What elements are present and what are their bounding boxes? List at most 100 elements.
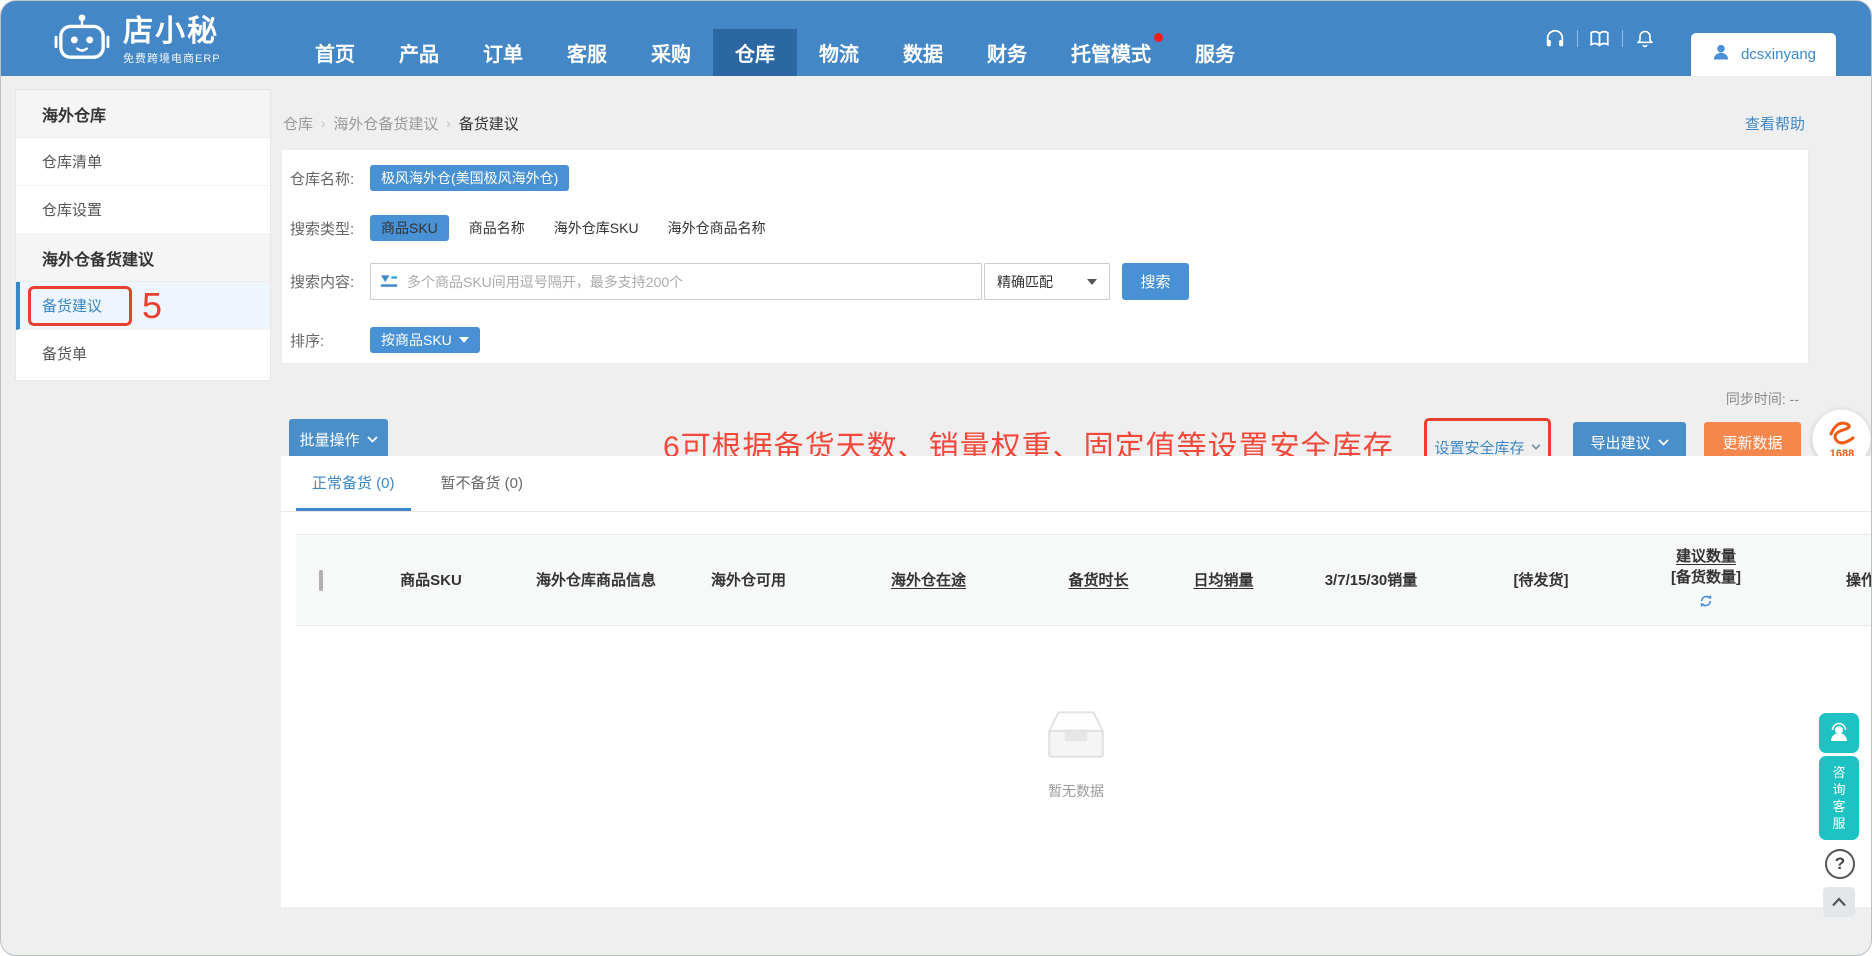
match-mode-value: 精确匹配 <box>997 272 1053 292</box>
empty-state: 暂无数据 <box>281 706 1871 801</box>
column-overseas-product-info: 海外仓库商品信息 <box>516 570 676 591</box>
empty-box-icon <box>1043 706 1109 762</box>
column-pending-shipment: [待发货] <box>1456 570 1626 591</box>
match-mode-select[interactable]: 精确匹配 <box>984 263 1110 300</box>
caret-down-icon <box>459 337 469 343</box>
search-input-wrap <box>370 263 982 300</box>
headset-icon[interactable] <box>1533 28 1577 50</box>
sidebar-section-stocking-suggestion: 海外仓备货建议 <box>16 234 270 282</box>
notification-dot <box>1154 33 1163 42</box>
column-daily-avg-sales[interactable]: 日均销量 <box>1161 570 1286 591</box>
search-input[interactable] <box>370 263 982 300</box>
nav-item-logistics[interactable]: 物流 <box>797 29 881 76</box>
refresh-icon[interactable] <box>1626 593 1786 615</box>
column-product-sku: 商品SKU <box>346 570 516 591</box>
nav-item-data[interactable]: 数据 <box>881 29 965 76</box>
suggested-quantity-line2: [备货数量] <box>1626 567 1786 588</box>
nav-item-services[interactable]: 服务 <box>1173 29 1257 76</box>
nav-item-home[interactable]: 首页 <box>293 29 377 76</box>
sidebar-item-warehouse-list[interactable]: 仓库清单 <box>16 138 270 186</box>
nav-item-warehouse[interactable]: 仓库 <box>713 29 797 76</box>
sort-value: 按商品SKU <box>381 330 452 350</box>
navbar-right: dcsxinyang <box>1533 1 1836 76</box>
sidebar-item-stocking-suggestion[interactable]: 备货建议 5 <box>16 282 270 330</box>
column-period-sales: 3/7/15/30销量 <box>1286 570 1456 591</box>
export-suggestion-label: 导出建议 <box>1590 432 1650 453</box>
warehouse-name-label: 仓库名称: <box>290 168 360 189</box>
breadcrumb-warehouse[interactable]: 仓库 <box>283 113 313 134</box>
suggested-quantity-line1[interactable]: 建议数量 <box>1626 546 1786 567</box>
batch-operation-button[interactable]: 批量操作 <box>289 419 388 460</box>
search-type-product-name[interactable]: 商品名称 <box>469 218 525 238</box>
nav-item-purchase[interactable]: 采购 <box>629 29 713 76</box>
set-safety-stock-label: 设置安全库存 <box>1434 437 1524 458</box>
empty-state-text: 暂无数据 <box>281 781 1871 801</box>
chevron-up-icon <box>1831 897 1847 907</box>
search-type-overseas-product-name[interactable]: 海外仓商品名称 <box>668 218 766 238</box>
main-menu: 首页 产品 订单 客服 采购 仓库 物流 数据 财务 托管模式 服务 <box>293 29 1257 76</box>
help-question-button[interactable]: ? <box>1825 849 1855 879</box>
search-type-label: 搜索类型: <box>290 218 360 239</box>
table-header-row: 商品SKU 海外仓库商品信息 海外仓可用 海外仓在途 备货时长 日均销量 3/7… <box>296 534 1871 626</box>
breadcrumb-current-page: 备货建议 <box>459 113 519 134</box>
customer-service-label-box: 咨询客服 <box>1819 756 1859 840</box>
search-content-label: 搜索内容: <box>290 271 360 292</box>
filter-panel: 仓库名称: 极风海外仓(美国极风海外仓) 搜索类型: 商品SKU 商品名称 海外… <box>281 149 1809 364</box>
breadcrumb-separator: › <box>321 116 325 131</box>
manual-book-icon[interactable] <box>1578 28 1622 50</box>
breadcrumb-stocking-suggestion-group[interactable]: 海外仓备货建议 <box>333 113 438 134</box>
app-logo[interactable]: 店小秘 免费跨境电商ERP <box>53 13 221 68</box>
nav-item-service[interactable]: 客服 <box>545 29 629 76</box>
column-overseas-available: 海外仓可用 <box>676 570 821 591</box>
chevron-down-icon <box>1531 444 1541 450</box>
results-panel: 正常备货 (0) 暂不备货 (0) 商品SKU 海外仓库商品信息 海外仓可用 海… <box>281 456 1871 907</box>
column-stocking-duration[interactable]: 备货时长 <box>1036 570 1161 591</box>
nav-item-finance[interactable]: 财务 <box>965 29 1049 76</box>
search-type-overseas-sku[interactable]: 海外仓库SKU <box>554 218 639 238</box>
bell-icon[interactable] <box>1623 28 1667 50</box>
warehouse-chip[interactable]: 极风海外仓(美国极风海外仓) <box>370 165 569 191</box>
tab-paused-stocking[interactable]: 暂不备货 (0) <box>425 456 540 511</box>
search-button[interactable]: 搜索 <box>1122 263 1189 300</box>
tab-normal-stocking[interactable]: 正常备货 (0) <box>296 456 411 511</box>
sidebar-item-label: 备货建议 <box>42 295 102 316</box>
breadcrumb: 仓库 › 海外仓备货建议 › 备货建议 <box>283 113 519 134</box>
chevron-down-icon <box>1658 439 1669 446</box>
sidebar-item-stocking-order[interactable]: 备货单 <box>16 330 270 378</box>
1688-logo-icon: 1688 <box>1819 416 1865 462</box>
logo-title: 店小秘 <box>123 16 221 48</box>
column-suggested-quantity: 建议数量 [备货数量] <box>1626 546 1786 615</box>
chevron-down-icon <box>1087 279 1097 285</box>
select-all-cell <box>296 570 346 591</box>
nav-item-hosting-label: 托管模式 <box>1071 38 1151 67</box>
top-navbar: 店小秘 免费跨境电商ERP 首页 产品 订单 客服 采购 仓库 物流 数据 财务… <box>1 1 1871 76</box>
sort-label: 排序: <box>290 330 360 351</box>
view-help-link[interactable]: 查看帮助 <box>1745 113 1805 134</box>
nav-item-hosting[interactable]: 托管模式 <box>1049 29 1173 76</box>
user-account-chip[interactable]: dcsxinyang <box>1691 33 1836 76</box>
sidebar-section-overseas-warehouse: 海外仓库 <box>16 90 270 138</box>
multi-sku-filter-icon <box>380 274 398 293</box>
customer-service-icon <box>1819 713 1859 753</box>
logo-subtitle: 免费跨境电商ERP <box>123 50 221 66</box>
select-all-checkbox[interactable] <box>319 570 323 591</box>
customer-service-label: 咨询客服 <box>1832 764 1846 832</box>
chevron-down-icon <box>367 436 378 443</box>
app-window: 店小秘 免费跨境电商ERP 首页 产品 订单 客服 采购 仓库 物流 数据 财务… <box>0 0 1872 956</box>
sort-dropdown-chip[interactable]: 按商品SKU <box>370 327 480 353</box>
sidebar: 海外仓库 仓库清单 仓库设置 海外仓备货建议 备货建议 5 备货单 <box>15 89 271 381</box>
column-overseas-in-transit[interactable]: 海外仓在途 <box>821 570 1036 591</box>
robot-logo-icon <box>53 13 111 68</box>
sidebar-item-warehouse-settings[interactable]: 仓库设置 <box>16 186 270 234</box>
batch-operation-label: 批量操作 <box>299 429 359 450</box>
back-to-top-button[interactable] <box>1823 887 1855 917</box>
search-type-product-sku[interactable]: 商品SKU <box>370 215 449 241</box>
breadcrumb-separator: › <box>446 116 450 131</box>
user-avatar-icon <box>1711 42 1731 67</box>
username: dcsxinyang <box>1741 46 1816 63</box>
nav-item-orders[interactable]: 订单 <box>461 29 545 76</box>
nav-item-products[interactable]: 产品 <box>377 29 461 76</box>
result-tabs: 正常备货 (0) 暂不备货 (0) <box>281 456 1871 512</box>
column-action: 操作 <box>1786 570 1871 591</box>
customer-service-widget[interactable]: 咨询客服 <box>1819 713 1859 840</box>
